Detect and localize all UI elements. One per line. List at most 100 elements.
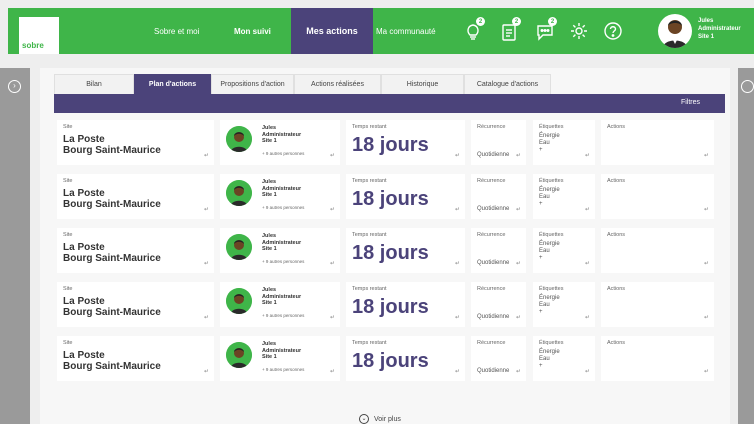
person-cell[interactable]: Jules Administrateur Site 1 + 9 autres per…: [220, 282, 340, 327]
person-cell[interactable]: Jules Administrateur Site 1 + 9 autres per…: [220, 228, 340, 273]
nav-mon-suivi[interactable]: Mon suivi: [234, 8, 271, 54]
person-avatar: [226, 288, 252, 314]
recurrence-cell[interactable]: Récurrence Quotidienne ↵: [471, 228, 526, 273]
recurrence-cell[interactable]: Récurrence Quotidienne ↵: [471, 120, 526, 165]
actions-cell[interactable]: Actions ↵: [601, 120, 714, 165]
help-icon[interactable]: [602, 20, 624, 42]
collapse-icon[interactable]: ↵: [330, 368, 335, 375]
tab-actions-realisees[interactable]: Actions réalisées: [294, 74, 381, 94]
collapse-icon[interactable]: ↵: [330, 260, 335, 267]
tags-label: Étiquettes: [539, 232, 564, 238]
collapse-icon[interactable]: ↵: [204, 206, 209, 213]
actions-cell[interactable]: Actions ↵: [601, 282, 714, 327]
collapse-icon[interactable]: ↵: [330, 314, 335, 321]
collapse-icon[interactable]: ↵: [330, 206, 335, 213]
collapse-icon[interactable]: ↵: [330, 152, 335, 159]
site-cell[interactable]: Site La Poste Bourg Saint-Maurice ↵: [57, 282, 214, 327]
actions-cell[interactable]: Actions ↵: [601, 336, 714, 381]
recurrence-cell[interactable]: Récurrence Quotidienne ↵: [471, 174, 526, 219]
tab-plan-actions[interactable]: Plan d'actions: [134, 74, 211, 94]
site-name: La Poste Bourg Saint-Maurice: [63, 188, 161, 210]
tab-bilan[interactable]: Bilan: [54, 74, 134, 94]
tab-propositions[interactable]: Propositions d'action: [211, 74, 294, 94]
action-row: Site La Poste Bourg Saint-Maurice ↵ Jules…: [57, 120, 722, 165]
other-people: + 9 autres personnes: [262, 151, 305, 156]
site-cell[interactable]: Site La Poste Bourg Saint-Maurice ↵: [57, 174, 214, 219]
recurrence-cell[interactable]: Récurrence Quotidienne ↵: [471, 282, 526, 327]
collapse-icon[interactable]: ↵: [516, 368, 521, 375]
site-line2: Bourg Saint-Maurice: [63, 199, 161, 210]
action-row: Site La Poste Bourg Saint-Maurice ↵ Jules…: [57, 282, 722, 327]
recurrence-cell[interactable]: Récurrence Quotidienne ↵: [471, 336, 526, 381]
collapse-icon[interactable]: ↵: [585, 260, 590, 267]
lightbulb-icon[interactable]: 2: [462, 17, 485, 42]
person-info: Jules Administrateur Site 1: [262, 287, 301, 307]
collapse-icon[interactable]: ↵: [516, 260, 521, 267]
person-site: Site 1: [262, 300, 277, 306]
nav-ma-communaute[interactable]: Ma communauté: [376, 8, 436, 54]
tags-cell[interactable]: Étiquettes Énergie Eau + ↵: [533, 174, 595, 219]
site-line2: Bourg Saint-Maurice: [63, 307, 161, 318]
collapse-icon[interactable]: ↵: [585, 152, 590, 159]
site-cell[interactable]: Site La Poste Bourg Saint-Maurice ↵: [57, 336, 214, 381]
chat-panel-icon[interactable]: [741, 80, 754, 93]
tab-catalogue[interactable]: Catalogue d'actions: [464, 74, 551, 94]
collapse-icon[interactable]: ↵: [704, 368, 709, 375]
tags-cell[interactable]: Étiquettes Énergie Eau + ↵: [533, 120, 595, 165]
nav-mes-actions[interactable]: Mes actions: [291, 8, 373, 54]
collapse-icon[interactable]: ↵: [204, 152, 209, 159]
collapse-icon[interactable]: ↵: [585, 314, 590, 321]
tab-historique[interactable]: Historique: [381, 74, 464, 94]
action-row: Site La Poste Bourg Saint-Maurice ↵ Jules…: [57, 174, 722, 219]
person-info: Jules Administrateur Site 1: [262, 125, 301, 145]
collapse-icon[interactable]: ↵: [455, 206, 460, 213]
site-name: La Poste Bourg Saint-Maurice: [63, 296, 161, 318]
collapse-icon[interactable]: ↵: [455, 260, 460, 267]
collapse-icon[interactable]: ↵: [516, 206, 521, 213]
collapse-icon[interactable]: ↵: [455, 314, 460, 321]
other-people: + 9 autres personnes: [262, 259, 305, 264]
actions-cell[interactable]: Actions ↵: [601, 228, 714, 273]
actions-label: Actions: [607, 232, 626, 238]
collapse-icon[interactable]: ↵: [516, 314, 521, 321]
time-label: Temps restant: [352, 340, 387, 346]
nav-sobre-et-moi[interactable]: Sobre et moi: [154, 8, 199, 54]
tags-label: Étiquettes: [539, 124, 564, 130]
tags-cell[interactable]: Étiquettes Énergie Eau + ↵: [533, 282, 595, 327]
recurrence-label: Récurrence: [477, 124, 506, 130]
site-cell[interactable]: Site La Poste Bourg Saint-Maurice ↵: [57, 228, 214, 273]
site-cell[interactable]: Site La Poste Bourg Saint-Maurice ↵: [57, 120, 214, 165]
see-more-button[interactable]: ⌄ Voir plus: [359, 414, 401, 424]
user-avatar[interactable]: [658, 14, 692, 48]
person-cell[interactable]: Jules Administrateur Site 1 + 9 autres per…: [220, 336, 340, 381]
collapse-icon[interactable]: ↵: [204, 260, 209, 267]
collapse-icon[interactable]: ↵: [516, 152, 521, 159]
tag2: Eau: [539, 302, 550, 308]
time-cell: Temps restant 18 jours ↵: [346, 174, 465, 219]
collapse-icon[interactable]: ↵: [455, 152, 460, 159]
clipboard-icon[interactable]: 2: [498, 17, 521, 42]
person-avatar: [226, 234, 252, 260]
tags-cell[interactable]: Étiquettes Énergie Eau + ↵: [533, 336, 595, 381]
person-cell[interactable]: Jules Administrateur Site 1 + 9 autres per…: [220, 174, 340, 219]
collapse-icon[interactable]: ↵: [204, 314, 209, 321]
person-info: Jules Administrateur Site 1: [262, 233, 301, 253]
collapse-icon[interactable]: ↵: [455, 368, 460, 375]
other-people: + 9 autres personnes: [262, 205, 305, 210]
expand-left-icon[interactable]: ›: [8, 80, 21, 93]
sobre-logo[interactable]: sobre: [19, 17, 59, 54]
collapse-icon[interactable]: ↵: [204, 368, 209, 375]
tags-cell[interactable]: Étiquettes Énergie Eau + ↵: [533, 228, 595, 273]
gear-icon[interactable]: [568, 20, 590, 42]
chevron-down-icon: ⌄: [359, 414, 369, 424]
chat-icon[interactable]: 2: [534, 17, 557, 42]
filters-button[interactable]: Filtres: [681, 99, 700, 106]
collapse-icon[interactable]: ↵: [704, 260, 709, 267]
collapse-icon[interactable]: ↵: [704, 206, 709, 213]
person-cell[interactable]: Jules Administrateur Site 1 + 9 autres per…: [220, 120, 340, 165]
collapse-icon[interactable]: ↵: [704, 152, 709, 159]
collapse-icon[interactable]: ↵: [585, 368, 590, 375]
collapse-icon[interactable]: ↵: [585, 206, 590, 213]
collapse-icon[interactable]: ↵: [704, 314, 709, 321]
actions-cell[interactable]: Actions ↵: [601, 174, 714, 219]
